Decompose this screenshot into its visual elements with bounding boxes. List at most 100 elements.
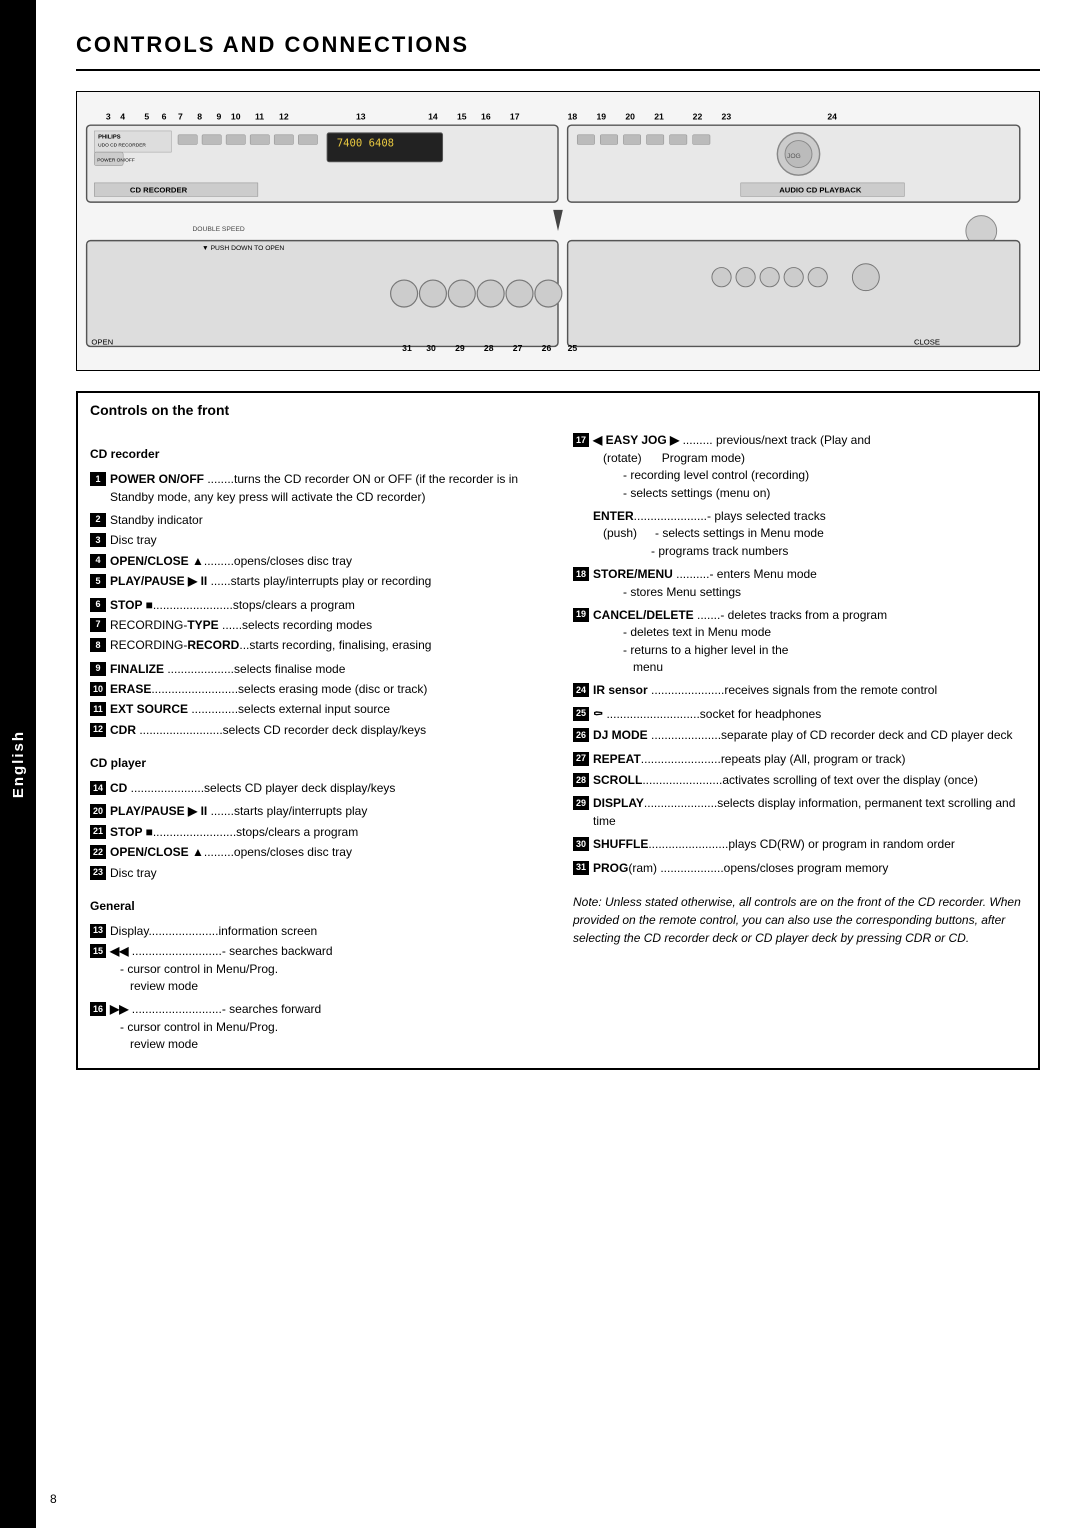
general-heading: General	[90, 898, 543, 915]
ctrl-item-18: 18 STORE/MENU ..........- enters Menu mo…	[573, 566, 1026, 601]
ctrl-desc-20: PLAY/PAUSE ▶ II .......starts play/inter…	[110, 803, 543, 820]
svg-text:OPEN: OPEN	[91, 337, 113, 346]
ctrl-desc-4: OPEN/CLOSE ▲.........opens/closes disc t…	[110, 553, 543, 570]
ctrl-item-28: 28 SCROLL........................activat…	[573, 772, 1026, 789]
ctrl-item-19: 19 CANCEL/DELETE .......- deletes tracks…	[573, 607, 1026, 677]
cd-recorder-heading: CD recorder	[90, 446, 543, 463]
ctrl-desc-28: SCROLL........................activates …	[593, 772, 1026, 789]
ctrl-desc-enter: ENTER......................- plays selec…	[593, 508, 1026, 560]
ctrl-item-15: 15 ◀◀ ...........................- searc…	[90, 943, 543, 995]
ctrl-item-22: 22 OPEN/CLOSE ▲.........opens/closes dis…	[90, 844, 543, 861]
ctrl-item-24: 24 IR sensor ......................recei…	[573, 682, 1026, 699]
ctrl-desc-23: Disc tray	[110, 865, 543, 882]
ctrl-item-29: 29 DISPLAY......................selects …	[573, 795, 1026, 830]
num-badge-13: 13	[90, 924, 106, 938]
right-column: 17 ◀ EASY JOG ▶ ......... previous/next …	[573, 432, 1026, 1059]
num-badge-5: 5	[90, 574, 106, 588]
num-badge-26: 26	[573, 728, 589, 742]
svg-text:26: 26	[542, 343, 552, 353]
num-badge-30: 30	[573, 837, 589, 851]
ctrl-item-25: 25 ⚰ ............................socket …	[573, 706, 1026, 723]
svg-text:29: 29	[455, 343, 465, 353]
ctrl-item-31: 31 PROG(ram) ...................opens/cl…	[573, 860, 1026, 877]
ctrl-desc-9: FINALIZE ....................selects fin…	[110, 661, 543, 678]
svg-text:20: 20	[625, 111, 635, 121]
note-text: Note: Unless stated otherwise, all contr…	[573, 893, 1026, 947]
svg-text:PHILIPS: PHILIPS	[98, 134, 121, 140]
svg-text:UDO CD RECORDER: UDO CD RECORDER	[98, 142, 146, 148]
svg-text:10: 10	[231, 111, 241, 121]
svg-text:25: 25	[568, 343, 578, 353]
svg-text:6: 6	[162, 111, 167, 121]
cd-player-heading: CD player	[90, 755, 543, 772]
ctrl-item-10: 10 ERASE..........................select…	[90, 681, 543, 698]
ctrl-desc-2: Standby indicator	[110, 512, 543, 529]
page-number: 8	[50, 1491, 57, 1508]
num-badge-16: 16	[90, 1002, 106, 1016]
ctrl-desc-31: PROG(ram) ...................opens/close…	[593, 860, 1026, 877]
svg-text:▼ PUSH DOWN TO OPEN: ▼ PUSH DOWN TO OPEN	[202, 245, 284, 252]
page: English CONTROLS AND CONNECTIONS 3 4 5 6…	[0, 0, 1080, 1528]
ctrl-item-8: 8 RECORDING-RECORD...starts recording, f…	[90, 637, 543, 654]
sidebar-label: English	[8, 730, 29, 798]
ctrl-desc-13: Display.....................information …	[110, 923, 543, 940]
num-badge-3: 3	[90, 533, 106, 547]
num-badge-1: 1	[90, 472, 106, 486]
svg-text:POWER ON/OFF: POWER ON/OFF	[97, 158, 135, 164]
ctrl-item-14: 14 CD ......................selects CD p…	[90, 780, 543, 797]
ctrl-item-2: 2 Standby indicator	[90, 512, 543, 529]
num-badge-27: 27	[573, 752, 589, 766]
num-badge-8: 8	[90, 638, 106, 652]
device-illustration: 3 4 5 6 7 8 9 10 11 12 13 14 15 16 17 18…	[77, 92, 1039, 370]
svg-text:23: 23	[722, 111, 732, 121]
ctrl-desc-15: ◀◀ ...........................- searches…	[110, 943, 543, 995]
page-title: CONTROLS AND CONNECTIONS	[76, 30, 1040, 71]
svg-text:30: 30	[426, 343, 436, 353]
svg-text:3: 3	[106, 111, 111, 121]
svg-text:DOUBLE SPEED: DOUBLE SPEED	[192, 226, 244, 233]
ctrl-item-7: 7 RECORDING-TYPE ......selects recording…	[90, 617, 543, 634]
num-badge-21: 21	[90, 825, 106, 839]
svg-text:19: 19	[596, 111, 606, 121]
ctrl-item-21: 21 STOP ■.........................stops/…	[90, 824, 543, 841]
num-badge-28: 28	[573, 773, 589, 787]
ctrl-item-1: 1 POWER ON/OFF ........turns the CD reco…	[90, 471, 543, 506]
svg-text:9: 9	[216, 111, 221, 121]
ctrl-item-11: 11 EXT SOURCE ..............selects exte…	[90, 701, 543, 718]
ctrl-desc-1: POWER ON/OFF ........turns the CD record…	[110, 471, 543, 506]
ctrl-desc-27: REPEAT........................repeats pl…	[593, 751, 1026, 768]
svg-text:AUDIO CD PLAYBACK: AUDIO CD PLAYBACK	[779, 185, 862, 194]
ctrl-desc-22: OPEN/CLOSE ▲.........opens/closes disc t…	[110, 844, 543, 861]
num-badge-24: 24	[573, 683, 589, 697]
svg-text:21: 21	[654, 111, 664, 121]
svg-text:24: 24	[827, 111, 837, 121]
num-badge-6: 6	[90, 598, 106, 612]
num-badge-19: 19	[573, 608, 589, 622]
svg-text:17: 17	[510, 111, 520, 121]
svg-text:22: 22	[693, 111, 703, 121]
ctrl-desc-16: ▶▶ ...........................- searches…	[110, 1001, 543, 1053]
svg-text:28: 28	[484, 343, 494, 353]
controls-section: Controls on the front CD recorder 1 POWE…	[76, 391, 1040, 1070]
num-badge-20: 20	[90, 804, 106, 818]
svg-text:12: 12	[279, 111, 289, 121]
ctrl-item-6: 6 STOP ■........................stops/cl…	[90, 597, 543, 614]
num-badge-25: 25	[573, 707, 589, 721]
num-badge-31: 31	[573, 861, 589, 875]
ctrl-item-26: 26 DJ MODE .....................separate…	[573, 727, 1026, 744]
device-diagram: 3 4 5 6 7 8 9 10 11 12 13 14 15 16 17 18…	[76, 91, 1040, 371]
num-badge-10: 10	[90, 682, 106, 696]
svg-text:16: 16	[481, 111, 491, 121]
ctrl-item-enter: - ENTER......................- plays sel…	[573, 508, 1026, 560]
ctrl-desc-10: ERASE..........................selects e…	[110, 681, 543, 698]
ctrl-item-20: 20 PLAY/PAUSE ▶ II .......starts play/in…	[90, 803, 543, 820]
svg-text:8: 8	[197, 111, 202, 121]
ctrl-desc-21: STOP ■.........................stops/cle…	[110, 824, 543, 841]
num-badge-4: 4	[90, 554, 106, 568]
ctrl-item-23: 23 Disc tray	[90, 865, 543, 882]
num-badge-9: 9	[90, 662, 106, 676]
ctrl-item-9: 9 FINALIZE ....................selects f…	[90, 661, 543, 678]
num-badge-12: 12	[90, 723, 106, 737]
num-badge-7: 7	[90, 618, 106, 632]
ctrl-desc-19: CANCEL/DELETE .......- deletes tracks fr…	[593, 607, 1026, 677]
